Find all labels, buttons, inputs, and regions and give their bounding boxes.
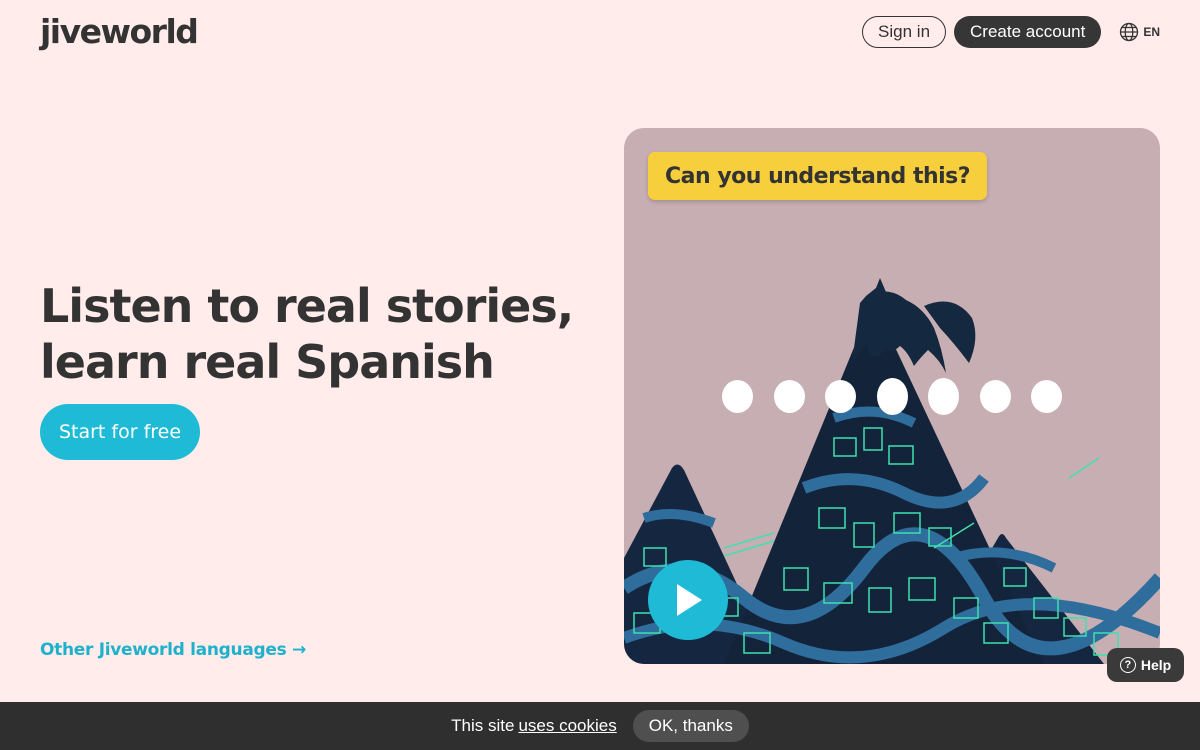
cookie-ok-button[interactable]: OK, thanks (632, 710, 749, 742)
dot (928, 378, 959, 415)
start-for-free-button[interactable]: Start for free (40, 404, 200, 460)
cookie-text: This site (451, 716, 515, 735)
hero-headline: Listen to real stories, learn real Spani… (40, 278, 580, 390)
hidden-text-dots (722, 378, 1083, 415)
sign-in-button[interactable]: Sign in (862, 16, 947, 48)
help-label: Help (1140, 657, 1172, 673)
play-icon (677, 584, 702, 616)
dot (876, 378, 908, 415)
cookie-banner: This site uses cookies OK, thanks (0, 702, 1200, 750)
play-button[interactable] (648, 560, 728, 640)
top-nav: Sign in Create account EN (862, 16, 1160, 48)
uses-cookies-link[interactable]: uses cookies (518, 716, 616, 736)
dot (825, 380, 856, 413)
dot (773, 380, 805, 413)
language-code: EN (1143, 25, 1160, 39)
other-languages-link[interactable]: Other Jiveworld languages → (40, 640, 306, 660)
headline-line-2: learn real Spanish (40, 335, 495, 389)
dot (979, 380, 1011, 413)
create-account-button[interactable]: Create account (954, 16, 1102, 48)
can-you-understand-label: Can you understand this? (648, 152, 988, 200)
help-button[interactable]: ? Help (1107, 648, 1184, 682)
jiveworld-logo[interactable]: jiveworld (40, 12, 199, 51)
dot (1031, 380, 1062, 413)
story-media-card[interactable]: Can you understand this? (624, 128, 1160, 664)
dot (722, 380, 753, 413)
globe-icon (1120, 22, 1139, 42)
question-icon: ? (1119, 657, 1136, 673)
headline-line-1: Listen to real stories, (40, 279, 574, 333)
language-selector[interactable]: EN (1119, 22, 1160, 42)
